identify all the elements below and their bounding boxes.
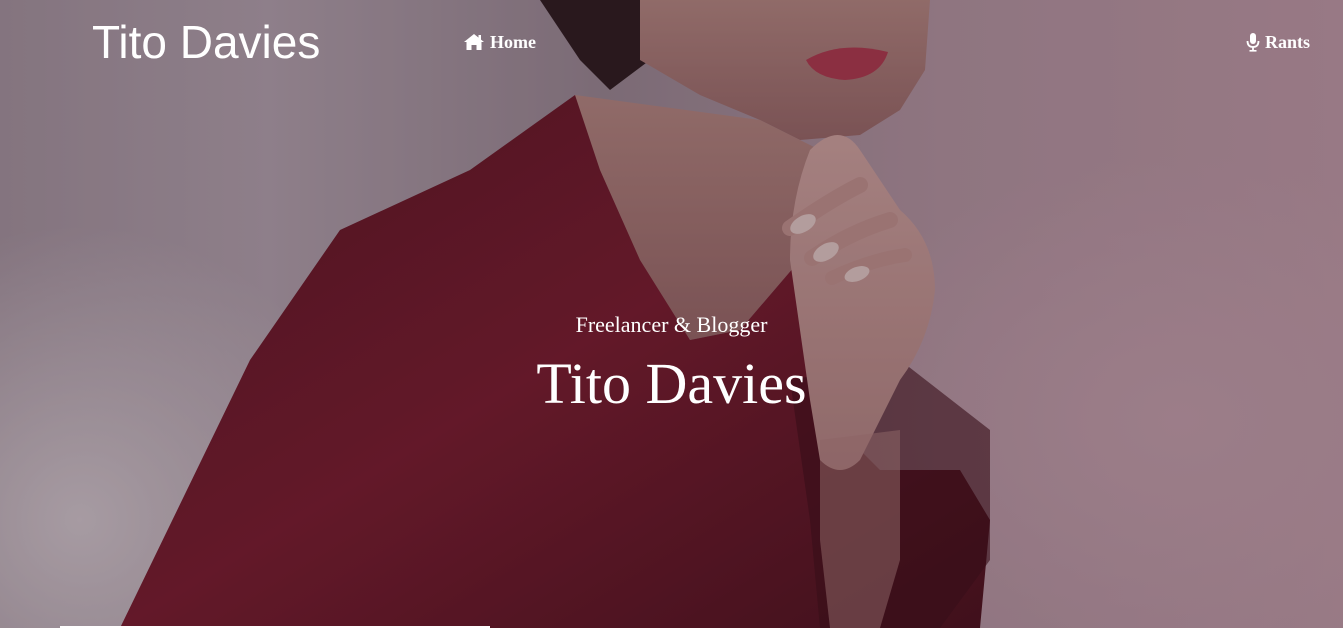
home-icon bbox=[463, 33, 485, 51]
hero-title: Tito Davies bbox=[536, 351, 807, 416]
microphone-icon bbox=[1246, 32, 1260, 52]
nav-rants-label: Rants bbox=[1265, 32, 1311, 52]
nav-home-label: Home bbox=[490, 32, 536, 52]
nav-rants-link[interactable]: Rants bbox=[1246, 30, 1310, 54]
site-brand[interactable]: Tito Davies bbox=[92, 14, 320, 70]
nav-home-link[interactable]: Home bbox=[463, 30, 536, 54]
hero-tagline: Freelancer & Blogger bbox=[575, 312, 768, 337]
